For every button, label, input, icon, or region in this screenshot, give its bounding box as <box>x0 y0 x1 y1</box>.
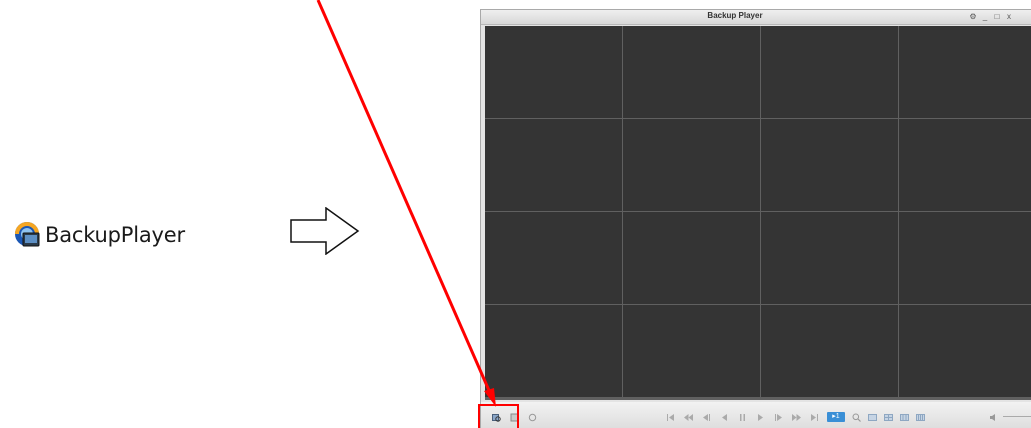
shortcut-label: BackupPlayer <box>45 223 185 247</box>
video-channel-cell[interactable] <box>899 26 1031 118</box>
window-titlebar[interactable]: Backup Player ⚙ _ □ x <box>481 10 1031 25</box>
playback-speed-label: ▸1 <box>832 413 840 420</box>
player-toolbar: ▸1 <box>481 402 1031 428</box>
callout-highlight-box <box>478 404 519 428</box>
layout-4-icon[interactable] <box>883 412 893 422</box>
backup-player-shortcut[interactable]: BackupPlayer <box>14 218 185 252</box>
video-channel-cell[interactable] <box>899 212 1031 304</box>
skip-start-icon[interactable] <box>665 412 675 422</box>
video-channel-cell[interactable] <box>761 305 898 397</box>
skip-end-icon[interactable] <box>809 412 819 422</box>
video-grid <box>485 26 1031 400</box>
layout-16-icon[interactable] <box>915 412 925 422</box>
close-button[interactable]: x <box>1005 12 1013 21</box>
video-channel-cell[interactable] <box>761 26 898 118</box>
link-icon[interactable] <box>527 412 537 422</box>
settings-icon[interactable]: ⚙ <box>969 12 977 21</box>
video-channel-cell[interactable] <box>485 119 622 211</box>
minimize-button[interactable]: _ <box>981 12 989 21</box>
flow-arrow-icon <box>290 206 360 260</box>
step-forward-icon[interactable] <box>773 412 783 422</box>
reverse-play-icon[interactable] <box>719 412 729 422</box>
layout-1-icon[interactable] <box>867 412 877 422</box>
playback-speed-button[interactable]: ▸1 <box>827 412 845 422</box>
window-title: Backup Player <box>707 11 763 20</box>
window-controls: ⚙ _ □ x <box>969 12 1013 21</box>
step-back-icon[interactable] <box>701 412 711 422</box>
backup-player-window: Backup Player ⚙ _ □ x ▸1 <box>480 9 1031 428</box>
video-channel-cell[interactable] <box>623 26 760 118</box>
volume-slider[interactable] <box>1003 416 1031 417</box>
video-channel-cell[interactable] <box>485 212 622 304</box>
layout-9-icon[interactable] <box>899 412 909 422</box>
video-channel-cell[interactable] <box>623 305 760 397</box>
maximize-button[interactable]: □ <box>993 12 1001 21</box>
video-channel-cell[interactable] <box>623 212 760 304</box>
fast-forward-icon[interactable] <box>791 412 801 422</box>
video-channel-cell[interactable] <box>761 212 898 304</box>
video-channel-cell[interactable] <box>761 119 898 211</box>
rewind-fast-icon[interactable] <box>683 412 693 422</box>
pause-icon[interactable] <box>737 412 747 422</box>
video-channel-cell[interactable] <box>899 305 1031 397</box>
speaker-icon[interactable] <box>989 412 999 422</box>
video-channel-cell[interactable] <box>485 305 622 397</box>
backup-player-app-icon <box>14 221 42 249</box>
video-channel-cell[interactable] <box>485 26 622 118</box>
video-channel-cell[interactable] <box>623 119 760 211</box>
play-icon[interactable] <box>755 412 765 422</box>
zoom-icon[interactable] <box>851 412 861 422</box>
video-channel-cell[interactable] <box>899 119 1031 211</box>
